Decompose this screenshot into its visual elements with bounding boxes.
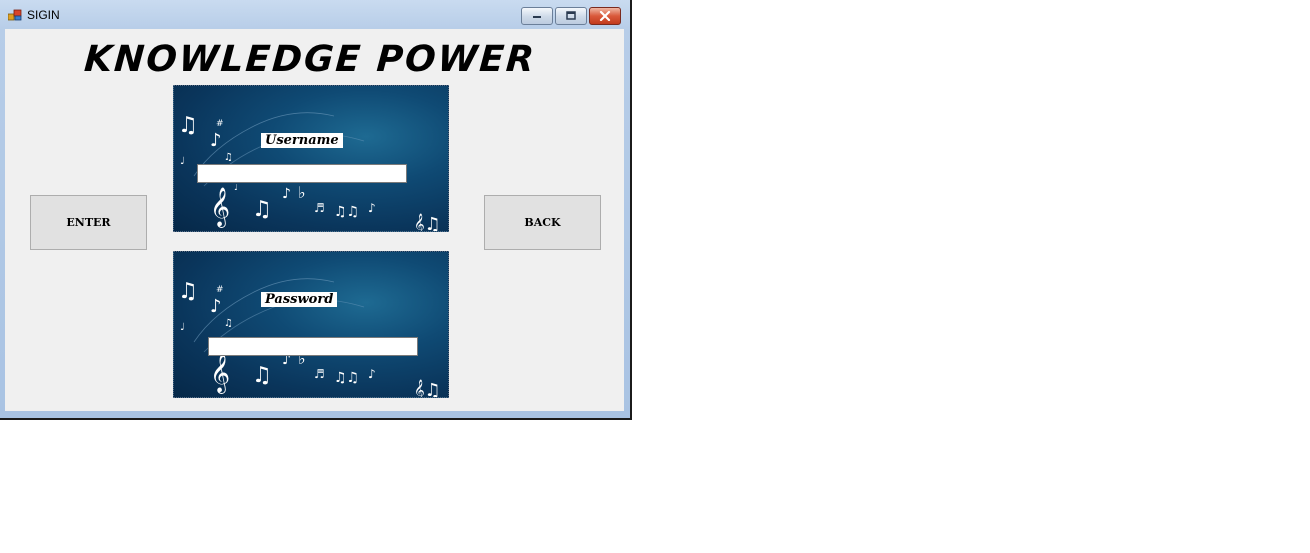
signin-window: SIGIN KNOWLEDGE POWER ENTER BACK ♫ ♪ # ♩… [0, 0, 632, 420]
svg-text:𝄞: 𝄞 [210, 353, 230, 394]
form-client-area: KNOWLEDGE POWER ENTER BACK ♫ ♪ # ♩ ♫ 𝄞 ♫… [5, 29, 624, 411]
username-panel: ♫ ♪ # ♩ ♫ 𝄞 ♫ ♪ ♭ ♬ ♫♫ ♪ 𝄞♫ ♩ Username [173, 85, 449, 232]
svg-text:♩: ♩ [180, 322, 185, 333]
username-input[interactable] [197, 164, 407, 183]
music-notes-background: ♫ ♪ # ♩ ♫ 𝄞 ♫ ♪ ♭ ♬ ♫♫ ♪ 𝄞♫ ♩ [178, 112, 441, 232]
minimize-button[interactable] [521, 7, 553, 25]
username-label: Username [261, 133, 343, 148]
svg-text:♫♫: ♫♫ [334, 370, 359, 386]
svg-text:♫: ♫ [224, 318, 233, 329]
close-icon [599, 11, 611, 21]
svg-text:♪: ♪ [368, 201, 376, 215]
svg-text:♫♫: ♫♫ [334, 204, 359, 220]
page-title: KNOWLEDGE POWER [82, 39, 538, 80]
app-icon [8, 9, 22, 21]
svg-text:♫: ♫ [224, 152, 233, 163]
title-bar[interactable]: SIGIN [0, 0, 630, 30]
svg-text:♫: ♫ [178, 279, 198, 304]
svg-text:♬: ♬ [314, 201, 325, 215]
maximize-button[interactable] [555, 7, 587, 25]
password-panel: ♫ ♪ # ♩ ♫ 𝄞 ♫ ♪ ♭ ♬ ♫♫ ♪ 𝄞♫ ♩ Password [173, 251, 449, 398]
svg-text:𝄞: 𝄞 [210, 187, 230, 228]
close-button[interactable] [589, 7, 621, 25]
svg-text:♬: ♬ [314, 367, 325, 381]
svg-text:𝄞♫: 𝄞♫ [414, 214, 441, 232]
svg-text:♩: ♩ [234, 183, 238, 192]
svg-text:♪: ♪ [368, 367, 376, 381]
svg-text:𝄞♫: 𝄞♫ [414, 380, 441, 398]
password-input[interactable] [208, 337, 418, 356]
password-label: Password [261, 292, 338, 307]
svg-text:♫: ♫ [252, 363, 272, 388]
minimize-icon [533, 16, 541, 18]
music-notes-background: ♫ ♪ # ♩ ♫ 𝄞 ♫ ♪ ♭ ♬ ♫♫ ♪ 𝄞♫ ♩ [178, 278, 441, 398]
svg-text:♫: ♫ [178, 113, 198, 138]
svg-text:#: # [216, 119, 224, 129]
svg-text:♩: ♩ [180, 156, 185, 167]
svg-text:♪: ♪ [210, 296, 222, 317]
svg-text:♭: ♭ [298, 183, 306, 202]
maximize-icon [566, 11, 576, 20]
back-button[interactable]: BACK [484, 195, 601, 250]
svg-text:♫: ♫ [252, 197, 272, 222]
window-title: SIGIN [27, 8, 60, 22]
svg-text:♪: ♪ [282, 186, 291, 202]
svg-text:♪: ♪ [210, 130, 222, 151]
enter-button[interactable]: ENTER [30, 195, 147, 250]
svg-text:#: # [216, 285, 224, 295]
